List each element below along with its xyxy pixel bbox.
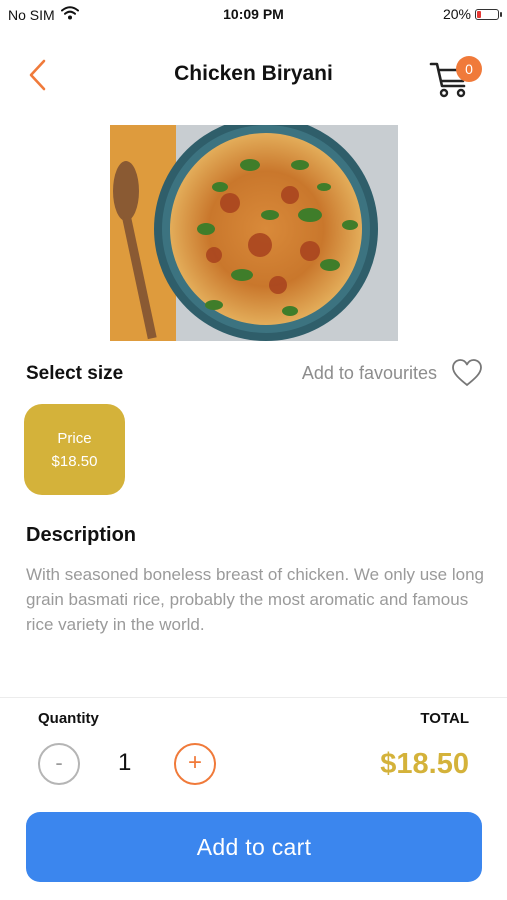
header: Chicken Biryani 0 [0, 40, 507, 110]
size-option-price-value: $18.50 [51, 453, 98, 470]
size-option-label: Price [57, 430, 92, 447]
decrease-quantity-button[interactable]: - [38, 743, 80, 785]
cart-button[interactable]: 0 [428, 54, 488, 100]
description-text: With seasoned boneless breast of chicken… [26, 565, 485, 634]
quantity-value: 1 [118, 749, 132, 776]
total-price: $18.50 [380, 748, 469, 780]
product-image [110, 125, 398, 341]
favourites-label: Add to favourites [301, 362, 437, 383]
size-option-price[interactable]: Price $18.50 [24, 404, 125, 495]
heart-outline-icon [452, 359, 482, 386]
battery-icon [475, 8, 502, 20]
increase-quantity-button[interactable]: + [174, 743, 216, 785]
status-bar: No SIM 10:09 PM 20% [0, 0, 507, 30]
status-time: 10:09 PM [223, 6, 284, 22]
status-right: 20% [442, 6, 502, 22]
cart-count-badge: 0 [456, 56, 482, 82]
description-heading: Description [26, 524, 137, 546]
select-size-heading: Select size [26, 363, 124, 384]
battery-level [477, 10, 481, 18]
add-to-cart-button[interactable]: Add to cart [26, 812, 482, 882]
battery-percent: 20% [442, 6, 471, 22]
divider [0, 697, 507, 698]
quantity-label: Quantity [38, 710, 99, 727]
total-label: TOTAL [420, 710, 469, 727]
add-to-favourites-button[interactable]: Add to favourites [302, 358, 483, 388]
